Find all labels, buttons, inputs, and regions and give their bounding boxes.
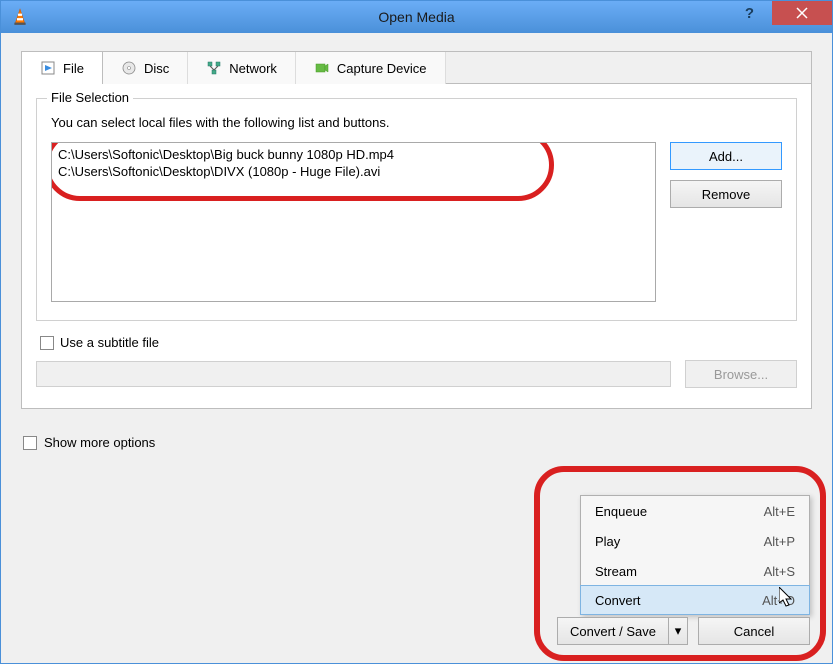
titlebar-buttons: ? xyxy=(727,1,832,29)
tab-disc-label: Disc xyxy=(144,61,169,76)
add-button[interactable]: Add... xyxy=(670,142,782,170)
file-list-item[interactable]: C:\Users\Softonic\Desktop\Big buck bunny… xyxy=(58,146,649,163)
tab-strip: File Disc xyxy=(22,52,811,84)
menu-item-enqueue[interactable]: Enqueue Alt+E xyxy=(581,496,809,526)
file-selection-group: File Selection You can select local file… xyxy=(36,98,797,321)
menu-item-label: Enqueue xyxy=(595,504,647,519)
titlebar: Open Media ? xyxy=(1,1,832,33)
cancel-button-label: Cancel xyxy=(734,624,774,639)
cancel-button[interactable]: Cancel xyxy=(698,617,810,645)
file-selection-row: C:\Users\Softonic\Desktop\Big buck bunny… xyxy=(51,142,782,302)
open-media-window: Open Media ? F xyxy=(0,0,833,664)
help-button[interactable]: ? xyxy=(727,1,772,25)
menu-item-stream[interactable]: Stream Alt+S xyxy=(581,556,809,586)
close-button[interactable] xyxy=(772,1,832,25)
file-selection-legend: File Selection xyxy=(47,90,133,105)
vlc-app-icon xyxy=(9,6,31,28)
disc-icon xyxy=(121,60,137,76)
tab-file-label: File xyxy=(63,61,84,76)
tab-disc[interactable]: Disc xyxy=(103,52,188,84)
menu-item-shortcut: Alt+P xyxy=(764,534,795,549)
menu-item-shortcut: Alt+E xyxy=(764,504,795,519)
show-more-checkbox[interactable] xyxy=(23,436,37,450)
show-more-label: Show more options xyxy=(44,435,155,450)
file-list[interactable]: C:\Users\Softonic\Desktop\Big buck bunny… xyxy=(51,142,656,302)
convert-save-menu: Enqueue Alt+E Play Alt+P Stream Alt+S Co… xyxy=(580,495,810,615)
convert-save-dropdown-arrow[interactable]: ▾ xyxy=(669,618,687,644)
browse-button: Browse... xyxy=(685,360,797,388)
file-buttons-column: Add... Remove xyxy=(670,142,782,208)
subtitle-checkbox-label: Use a subtitle file xyxy=(60,335,159,350)
file-tab-panel: File Selection You can select local file… xyxy=(22,83,811,408)
subtitle-browse-row: Browse... xyxy=(36,360,797,388)
menu-item-play[interactable]: Play Alt+P xyxy=(581,526,809,556)
content-area: File Disc xyxy=(1,33,832,663)
menu-item-convert[interactable]: Convert Alt+O xyxy=(580,585,810,615)
tab-network[interactable]: Network xyxy=(188,52,296,84)
capture-icon xyxy=(314,60,330,76)
tab-network-label: Network xyxy=(229,61,277,76)
convert-save-button[interactable]: Convert / Save ▾ xyxy=(557,617,688,645)
subtitle-checkbox[interactable] xyxy=(40,336,54,350)
menu-item-label: Stream xyxy=(595,564,637,579)
network-icon xyxy=(206,60,222,76)
remove-button-label: Remove xyxy=(702,187,750,202)
menu-item-label: Play xyxy=(595,534,620,549)
browse-button-label: Browse... xyxy=(714,367,768,382)
tab-file[interactable]: File xyxy=(21,51,103,84)
menu-item-shortcut: Alt+S xyxy=(764,564,795,579)
menu-item-shortcut: Alt+O xyxy=(762,593,795,608)
chevron-down-icon: ▾ xyxy=(675,623,682,639)
show-more-row: Show more options xyxy=(23,435,812,450)
subtitle-checkbox-row: Use a subtitle file xyxy=(40,335,797,350)
convert-save-main[interactable]: Convert / Save xyxy=(558,618,669,644)
tabs-container: File Disc xyxy=(21,51,812,409)
tab-capture-label: Capture Device xyxy=(337,61,427,76)
dialog-buttons: Convert / Save ▾ Cancel xyxy=(557,617,810,645)
convert-save-label: Convert / Save xyxy=(570,624,656,639)
file-list-item[interactable]: C:\Users\Softonic\Desktop\DIVX (1080p - … xyxy=(58,163,649,180)
remove-button[interactable]: Remove xyxy=(670,180,782,208)
menu-item-label: Convert xyxy=(595,593,641,608)
add-button-label: Add... xyxy=(709,149,743,164)
window-title: Open Media xyxy=(378,9,454,25)
file-selection-helptext: You can select local files with the foll… xyxy=(51,115,782,130)
subtitle-path-input xyxy=(36,361,671,387)
file-icon xyxy=(40,60,56,76)
tab-capture[interactable]: Capture Device xyxy=(296,52,446,84)
